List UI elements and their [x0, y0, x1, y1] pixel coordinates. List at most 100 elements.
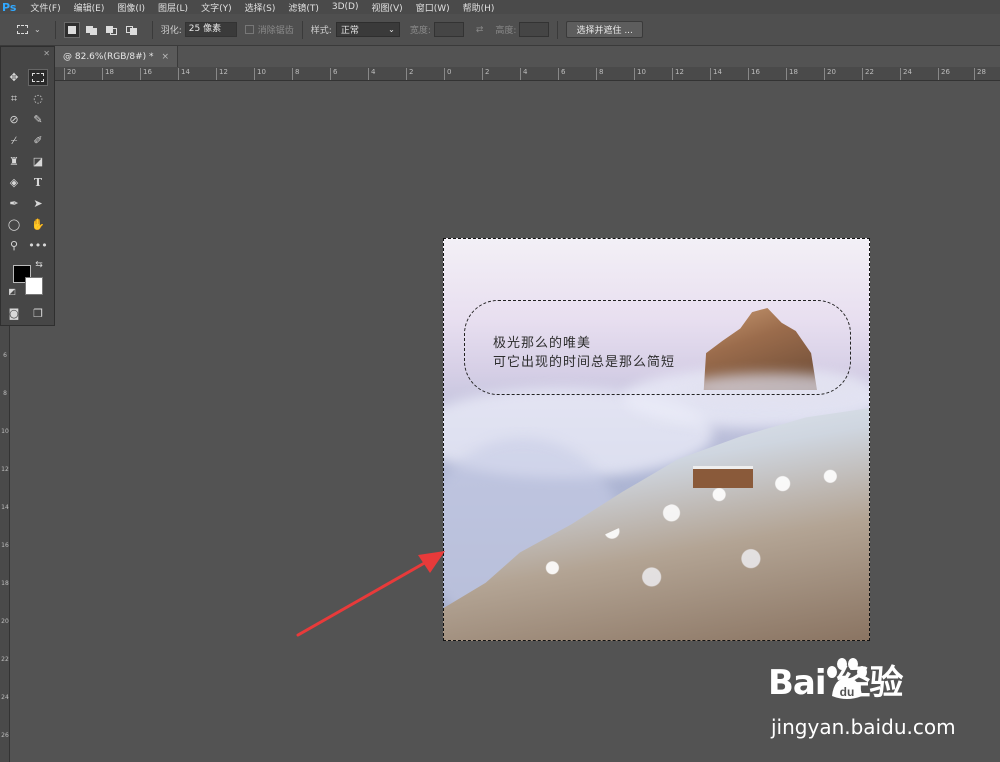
rectangular-marquee-tool-icon[interactable]	[28, 69, 48, 86]
quick-mask-icon[interactable]: ◙	[4, 305, 24, 322]
ruler-label: 8	[291, 68, 300, 80]
zoom-tool-icon[interactable]: ⚲	[4, 237, 24, 254]
menu-window[interactable]: 窗口(W)	[416, 1, 450, 14]
ruler-label: 16	[140, 68, 152, 80]
ruler-label: 18	[102, 68, 114, 80]
width-input[interactable]	[433, 22, 464, 37]
brush-tool-icon[interactable]: ✐	[28, 132, 48, 149]
style-label: 样式:	[310, 26, 332, 36]
menu-3d[interactable]: 3D(D)	[332, 2, 359, 12]
menu-type[interactable]: 文字(Y)	[201, 1, 232, 14]
divider	[151, 20, 153, 39]
arrow-shaft	[296, 559, 430, 637]
antialias-label: 消除锯齿	[257, 26, 294, 36]
tools-panel: ✕ ✥ ⌗ ◌ ⊘ ✎ ⌿ ✐ ♜ ◪ ◈ T ✒ ➤ ◯ ✋ ⚲ ••• ⇆ …	[0, 46, 55, 326]
feather-label: 羽化:	[160, 26, 182, 36]
screen-mode-icon[interactable]: ❐	[28, 305, 48, 322]
divider	[301, 20, 303, 39]
tool-preset-icon[interactable]	[14, 22, 30, 38]
new-selection-icon[interactable]	[63, 21, 80, 38]
panel-collapse-icon[interactable]: ✕	[1, 47, 54, 59]
ruler-label: 20	[1, 618, 9, 625]
type-tool-icon[interactable]: T	[28, 174, 48, 191]
menu-help[interactable]: 帮助(H)	[463, 1, 495, 14]
healing-brush-tool-icon[interactable]: ✎	[28, 111, 48, 128]
ruler-label: 28	[974, 68, 986, 80]
quick-selection-tool-icon[interactable]: ⊘	[4, 111, 24, 128]
ruler-label: 14	[178, 68, 190, 80]
background-color-swatch[interactable]	[25, 277, 43, 295]
swap-colors-icon[interactable]: ⇆	[33, 259, 45, 271]
ruler-label: 14	[1, 504, 9, 511]
mountain-building	[693, 466, 753, 488]
clone-stamp-tool-icon[interactable]: ♜	[4, 153, 24, 170]
feather-input[interactable]: 25 像素	[184, 22, 237, 37]
more-tools-icon[interactable]: •••	[28, 237, 48, 254]
ruler-label: 4	[367, 68, 376, 80]
menu-edit[interactable]: 编辑(E)	[74, 1, 105, 14]
select-and-mask-button[interactable]: 选择并遮住 ...	[566, 21, 643, 38]
crop-tool-icon[interactable]: ⌗	[4, 90, 24, 107]
menu-filter[interactable]: 滤镜(T)	[288, 1, 319, 14]
ruler-label: 6	[557, 68, 566, 80]
ruler-label: 24	[1, 694, 9, 701]
antialias-checkbox[interactable]	[244, 25, 254, 34]
menu-bar: Ps 文件(F) 编辑(E) 图像(I) 图层(L) 文字(Y) 选择(S) 滤…	[0, 0, 1000, 14]
ruler-label: 10	[254, 68, 266, 80]
caption-line-1: 极光那么的唯美	[493, 336, 592, 351]
menu-select[interactable]: 选择(S)	[245, 1, 276, 14]
style-select[interactable]: 正常 ⌄	[335, 22, 400, 37]
ruler-label: 18	[786, 68, 798, 80]
move-tool-icon[interactable]: ✥	[4, 69, 24, 86]
ruler-label: 26	[938, 68, 950, 80]
ruler-label: 2	[481, 68, 490, 80]
ruler-label: 2	[405, 68, 414, 80]
ruler-label: 18	[1, 580, 9, 587]
ruler-label: 10	[634, 68, 646, 80]
ruler-label: 16	[1, 542, 9, 549]
caption-line-2: 可它出现的时间总是那么简短	[493, 355, 676, 370]
document-tab-title: @ 82.6%(RGB/8#) *	[63, 51, 154, 62]
swap-dimensions-icon[interactable]: ⇄	[476, 25, 484, 35]
eraser-tool-icon[interactable]: ◪	[28, 153, 48, 170]
subtract-selection-icon[interactable]	[104, 22, 120, 38]
close-icon[interactable]: ×	[162, 52, 170, 62]
width-label: 宽度:	[409, 26, 431, 36]
photo-caption: 极光那么的唯美 可它出现的时间总是那么简短	[493, 334, 675, 372]
ruler-label: 14	[710, 68, 722, 80]
ruler-label: 26	[1, 732, 9, 739]
document-canvas[interactable]: 极光那么的唯美 可它出现的时间总是那么简短	[443, 238, 870, 641]
document-tab[interactable]: @ 82.6%(RGB/8#) * ×	[55, 46, 179, 67]
horizontal-ruler[interactable]: 20 18 16 14 12 10 8 6 4 2 0 2 4 6 8 10 1…	[55, 67, 1000, 81]
lasso-tool-icon[interactable]: ◌	[28, 90, 48, 107]
hand-tool-icon[interactable]: ✋	[28, 216, 48, 233]
height-label: 高度:	[495, 26, 517, 36]
default-colors-icon[interactable]: ◩	[6, 285, 18, 297]
ruler-label: 10	[1, 428, 9, 435]
paint-bucket-tool-icon[interactable]: ◈	[4, 174, 24, 191]
height-input[interactable]	[519, 22, 550, 37]
intersect-selection-icon[interactable]	[124, 22, 140, 38]
chevron-down-icon: ⌄	[388, 25, 395, 34]
ruler-label: 12	[1, 466, 9, 473]
ruler-label: 4	[519, 68, 528, 80]
ruler-label: 8	[3, 390, 7, 397]
menu-file[interactable]: 文件(F)	[30, 1, 60, 14]
ruler-label: 20	[64, 68, 76, 80]
menu-layer[interactable]: 图层(L)	[158, 1, 188, 14]
add-selection-icon[interactable]	[84, 22, 100, 38]
ellipse-tool-icon[interactable]: ◯	[4, 216, 24, 233]
ruler-label: 8	[595, 68, 604, 80]
eyedropper-tool-icon[interactable]: ⌿	[4, 132, 24, 149]
pen-tool-icon[interactable]: ✒	[4, 195, 24, 212]
path-selection-tool-icon[interactable]: ➤	[28, 195, 48, 212]
ruler-label: 22	[1, 656, 9, 663]
options-bar: ⌄ 羽化: 25 像素 消除锯齿 样式: 正常 ⌄ 宽度: ⇄ 高度: 选择并遮…	[0, 14, 1000, 46]
ruler-label: 0	[443, 68, 452, 80]
ruler-label: 24	[900, 68, 912, 80]
menu-view[interactable]: 视图(V)	[372, 1, 403, 14]
ruler-label: 6	[329, 68, 338, 80]
menu-image[interactable]: 图像(I)	[117, 1, 145, 14]
baidu-paw-icon: du	[827, 658, 867, 699]
chevron-down-icon[interactable]: ⌄	[34, 25, 41, 34]
